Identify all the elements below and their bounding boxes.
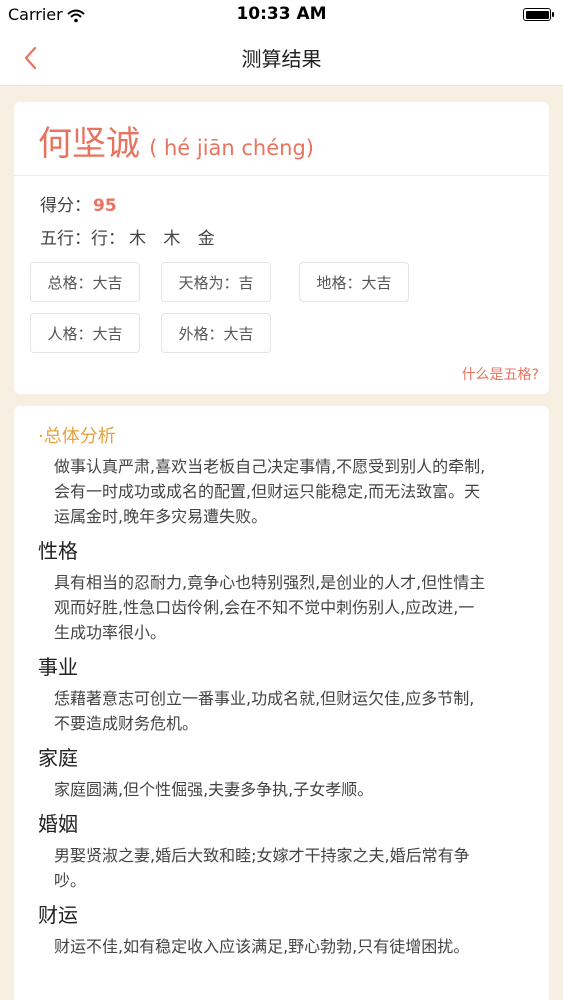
navigation-bar: 测算结果 bbox=[0, 30, 563, 86]
tag-waige: 外格：大吉 bbox=[161, 313, 271, 353]
status-bar: Carrier 10:33 AM bbox=[0, 0, 563, 30]
score-row: 得分： 95 bbox=[40, 191, 117, 216]
tag-dige: 地格：大吉 bbox=[299, 262, 409, 302]
tag-tiange: 天格为：吉 bbox=[161, 262, 271, 302]
wealth-text: 财运不佳,如有稳定收入应该满足,野心勃勃,只有徒增困扰。 bbox=[54, 937, 470, 956]
wuxing-label: 五行：行： bbox=[40, 229, 125, 249]
career-title: 事业 bbox=[38, 655, 78, 679]
overall-analysis-title: ·总体分析 bbox=[38, 426, 116, 447]
analysis-card: ·总体分析 做事认真严肃,喜欢当老板自己决定事情,不愿受到别人的牵制,会有一时成… bbox=[14, 406, 549, 1000]
marriage-text: 男娶贤淑之妻,婚后大致和睦;女嫁才干持家之夫,婚后常有争吵。 bbox=[54, 846, 470, 890]
name-text: 何坚诚 bbox=[38, 124, 140, 164]
wealth-title: 财运 bbox=[38, 903, 78, 927]
name-header: 何坚诚 ( hé jiān chéng) bbox=[14, 102, 549, 176]
overall-analysis-text: 做事认真严肃,喜欢当老板自己决定事情,不愿受到别人的牵制,会有一时成功或成名的配… bbox=[54, 457, 486, 526]
tag-renge: 人格：大吉 bbox=[30, 313, 140, 353]
personality-title: 性格 bbox=[38, 539, 78, 563]
battery-icon bbox=[523, 8, 554, 21]
personality-text: 具有相当的忍耐力,竟争心也特别强烈,是创业的人才,但性情主观而好胜,性急口齿伶俐… bbox=[54, 573, 486, 642]
tag-zongge: 总格：大吉 bbox=[30, 262, 140, 302]
name-result-card: 何坚诚 ( hé jiān chéng) 得分： 95 五行：行：木 木 金 总格… bbox=[14, 102, 549, 394]
status-time: 10:33 AM bbox=[236, 4, 327, 24]
name-pinyin: ( hé jiān chéng) bbox=[149, 136, 314, 160]
wuxing-row: 五行：行：木 木 金 bbox=[40, 224, 221, 249]
marriage-title: 婚姻 bbox=[38, 812, 78, 836]
family-text: 家庭圆满,但个性倔强,夫妻多争执,子女孝顺。 bbox=[54, 780, 374, 799]
page-title: 测算结果 bbox=[241, 47, 322, 71]
wuxing-value: 木 木 金 bbox=[129, 229, 221, 249]
what-is-wuge-link[interactable]: 什么是五格? bbox=[462, 364, 539, 384]
score-label: 得分： bbox=[40, 196, 91, 216]
family-title: 家庭 bbox=[38, 746, 78, 770]
career-text: 恁藉著意志可创立一番事业,功成名就,但财运欠佳,应多节制,不要造成财务危机。 bbox=[54, 689, 475, 733]
score-value: 95 bbox=[93, 196, 117, 216]
